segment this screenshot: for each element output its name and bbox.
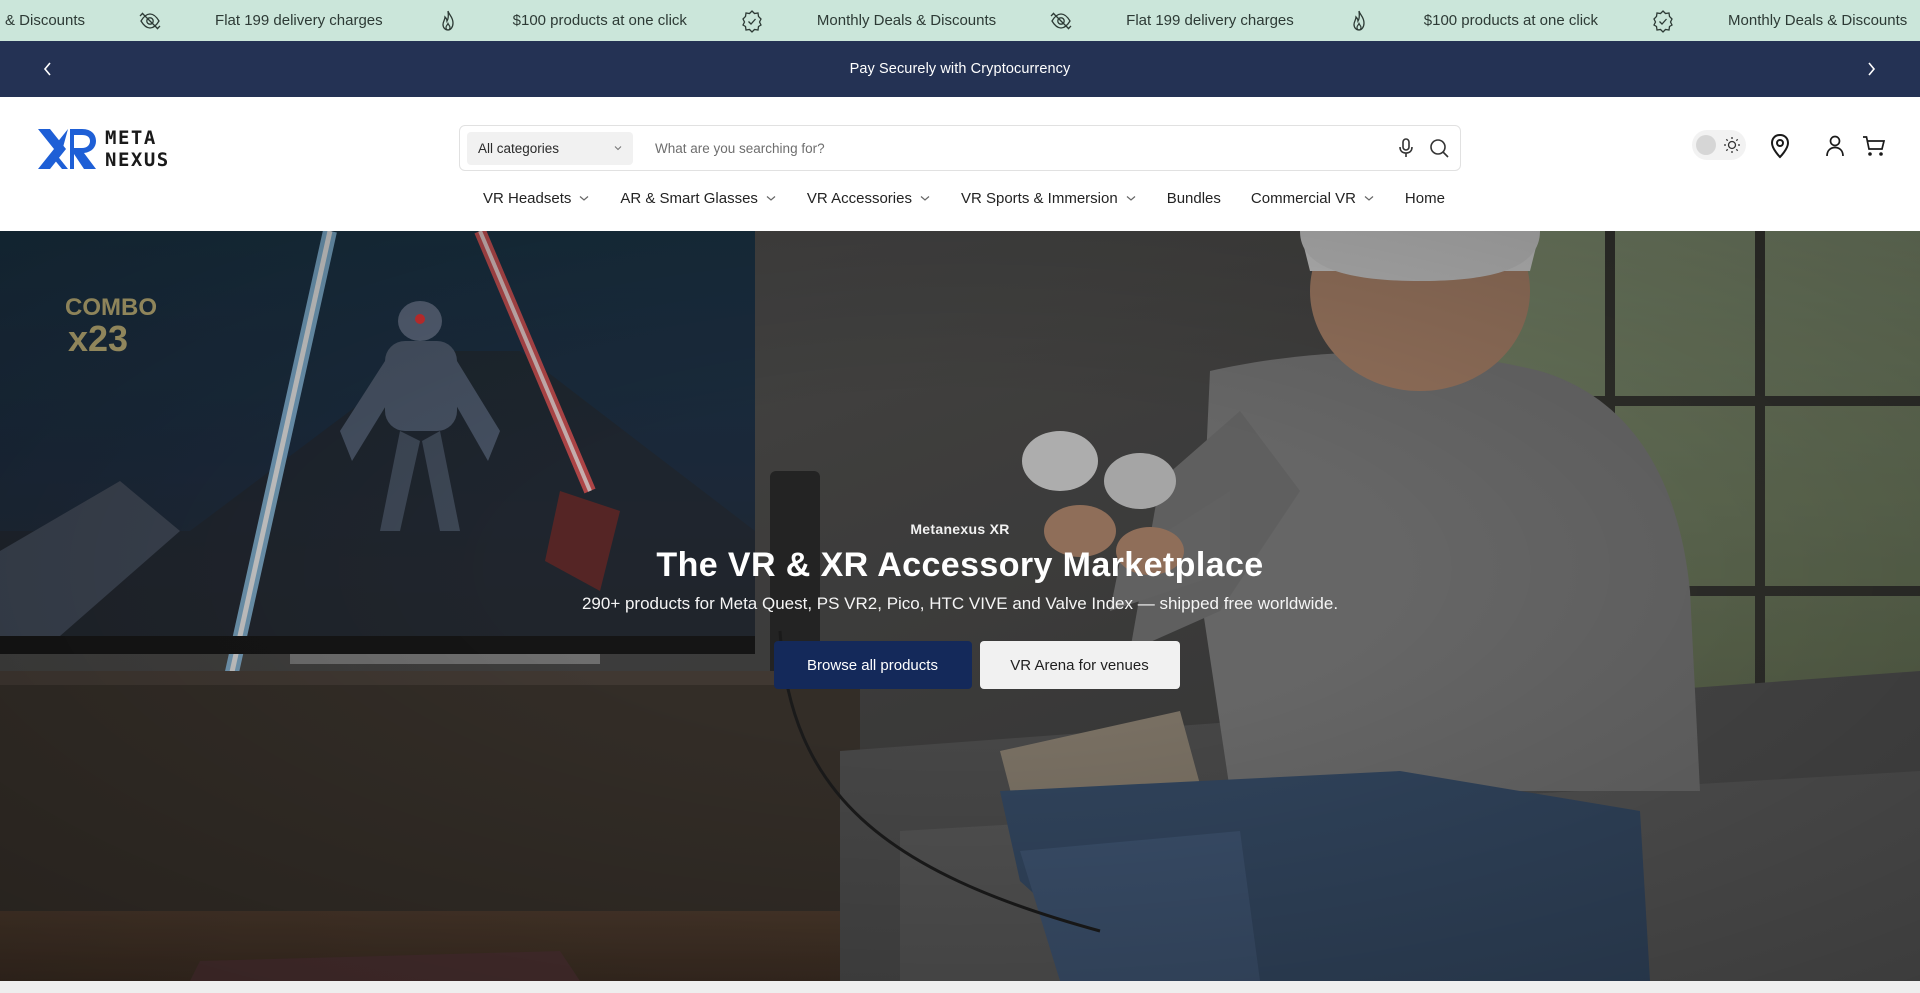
delivery-eye-icon	[1048, 8, 1074, 34]
hero-banner: COMBO x23	[0, 231, 1920, 981]
section-divider	[0, 981, 1920, 993]
logo-wordmark: META NEXUS	[105, 127, 170, 171]
ticker-text: & Discounts	[5, 12, 86, 29]
nav-item-vr-sports-immersion[interactable]: VR Sports & Immersion	[961, 190, 1137, 207]
user-icon	[1826, 135, 1844, 157]
ticker-item: $100 products at one click	[1346, 8, 1650, 34]
ticker-item: Monthly Deals & Discounts	[739, 8, 1048, 34]
verified-badge-icon	[739, 8, 765, 34]
hero-actions: Browse all products VR Arena for venues	[0, 641, 1920, 689]
ticker-item: $100 products at one click	[435, 8, 739, 34]
chevron-down-icon	[920, 196, 930, 201]
nav-item-label: AR & Smart Glasses	[620, 189, 758, 207]
ticker-text: $100 products at one click	[512, 12, 687, 29]
cart-icon	[1863, 136, 1886, 156]
promo-ticker: & Discounts Flat 199 delivery charges $100…	[0, 0, 1920, 41]
logo-line-1: META	[105, 127, 157, 149]
chevron-down-icon	[1364, 196, 1374, 201]
xr-logo-icon	[38, 129, 96, 169]
ticker-item: Flat 199 delivery charges	[1048, 8, 1346, 34]
nav-item-vr-accessories[interactable]: VR Accessories	[807, 190, 931, 207]
flame-icon	[435, 8, 461, 34]
main-nav: VR Headsets AR & Smart Glasses VR Accessor…	[483, 180, 1475, 216]
chevron-down-icon	[579, 196, 589, 201]
verified-badge-icon	[1650, 8, 1676, 34]
ticker-text: $100 products at one click	[1423, 12, 1599, 29]
search-bar: All categories	[459, 125, 1461, 171]
flame-icon	[1346, 8, 1372, 34]
nav-item-bundles[interactable]: Bundles	[1167, 190, 1221, 207]
ticker-item: Monthly Deals & Discounts	[1650, 8, 1920, 34]
site-logo[interactable]: META NEXUS	[36, 126, 186, 172]
chevron-down-icon	[614, 146, 622, 151]
account-button[interactable]	[1821, 132, 1849, 160]
category-select[interactable]: All categories	[467, 132, 633, 165]
ticker-text: Monthly Deals & Discounts	[1728, 12, 1908, 29]
nav-item-label: VR Accessories	[806, 189, 912, 207]
sun-icon	[1724, 137, 1740, 153]
search-icon[interactable]	[1427, 136, 1451, 160]
hero-content: Metanexus XR The VR & XR Accessory Marke…	[0, 521, 1920, 689]
nav-item-label: VR Headsets	[483, 189, 572, 207]
ticker-item: & Discounts	[5, 12, 137, 29]
store-locator-button[interactable]	[1766, 132, 1794, 160]
hero-subtitle: 290+ products for Meta Quest, PS VR2, Pi…	[581, 594, 1339, 613]
ticker-item: Flat 199 delivery charges	[137, 8, 435, 34]
announcement-next-button[interactable]	[1851, 41, 1891, 97]
delivery-eye-icon	[137, 8, 163, 34]
ticker-text: Flat 199 delivery charges	[1126, 12, 1294, 29]
ticker-text: Flat 199 delivery charges	[215, 12, 383, 29]
browse-all-products-button[interactable]: Browse all products	[773, 641, 972, 689]
announcement-message: Pay Securely with Cryptocurrency	[849, 61, 1071, 77]
chevron-right-icon	[1868, 62, 1876, 76]
ticker-track: & Discounts Flat 199 delivery charges $100…	[5, 0, 1920, 41]
microphone-icon[interactable]	[1394, 136, 1418, 160]
nav-item-label: Home	[1404, 189, 1445, 207]
location-pin-icon	[1770, 133, 1790, 159]
hero-eyebrow: Metanexus XR	[910, 521, 1010, 537]
announcement-bar: Pay Securely with Cryptocurrency	[0, 41, 1920, 97]
ticker-text: Monthly Deals & Discounts	[816, 12, 997, 29]
nav-item-label: VR Sports & Immersion	[960, 189, 1118, 207]
site-header: META NEXUS All categories What are you s…	[0, 97, 1920, 231]
toggle-knob	[1696, 135, 1716, 155]
nav-item-ar-smart-glasses[interactable]: AR & Smart Glasses	[620, 190, 777, 207]
category-select-label: All categories	[478, 141, 560, 156]
logo-line-2: NEXUS	[105, 149, 170, 171]
nav-item-vr-headsets[interactable]: VR Headsets	[483, 190, 590, 207]
nav-item-label: Bundles	[1166, 189, 1221, 207]
nav-item-commercial-vr[interactable]: Commercial VR	[1251, 190, 1375, 207]
nav-item-home[interactable]: Home	[1405, 190, 1445, 207]
chevron-down-icon	[766, 196, 776, 201]
hero-title: The VR & XR Accessory Marketplace	[656, 546, 1264, 584]
theme-toggle[interactable]	[1692, 130, 1746, 160]
vr-arena-button[interactable]: VR Arena for venues	[979, 641, 1180, 689]
nav-item-label: Commercial VR	[1250, 189, 1356, 207]
cart-button[interactable]	[1860, 132, 1888, 160]
chevron-down-icon	[1126, 196, 1136, 201]
search-input[interactable]	[655, 132, 1215, 165]
